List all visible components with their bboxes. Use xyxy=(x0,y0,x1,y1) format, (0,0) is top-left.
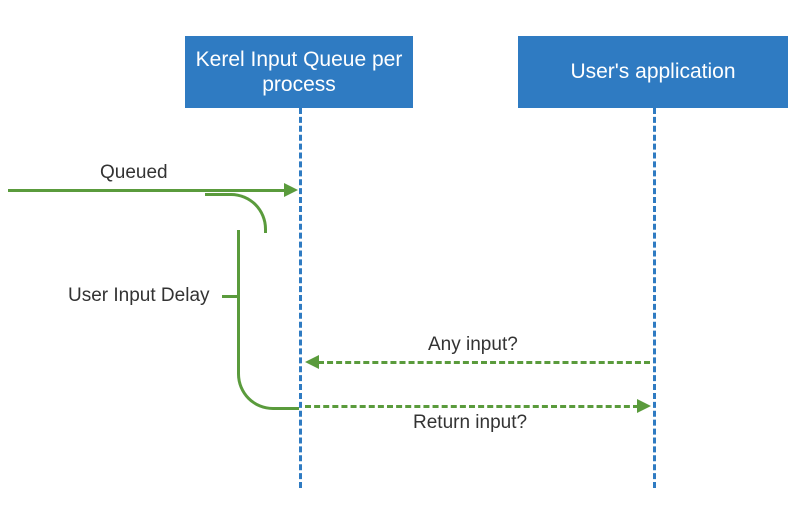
any-input-arrow-head xyxy=(305,355,319,369)
return-input-label: Return input? xyxy=(413,412,527,434)
return-input-arrow-line xyxy=(305,405,639,408)
any-input-arrow-line xyxy=(318,361,650,364)
diagram-canvas: Kerel Input Queue per process User's app… xyxy=(0,0,800,525)
user-app-box: User's application xyxy=(518,36,788,108)
delay-curve-bottom xyxy=(237,230,299,410)
queued-arrow-line xyxy=(8,189,286,192)
queued-arrow-head xyxy=(284,183,298,197)
any-input-label: Any input? xyxy=(428,334,518,356)
return-input-arrow-head xyxy=(637,399,651,413)
user-app-lifeline xyxy=(653,108,656,488)
delay-curve-top xyxy=(205,193,267,233)
kernel-queue-box: Kerel Input Queue per process xyxy=(185,36,413,108)
user-input-delay-label: User Input Delay xyxy=(68,285,210,307)
kernel-queue-lifeline xyxy=(299,108,302,488)
queued-label: Queued xyxy=(100,162,168,184)
